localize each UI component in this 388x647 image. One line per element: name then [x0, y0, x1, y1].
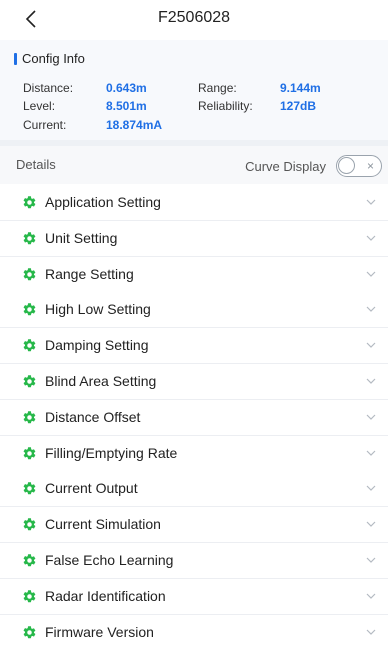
setting-row[interactable]: False Echo Learning	[0, 543, 388, 579]
chevron-down-icon	[366, 629, 376, 635]
chevron-down-icon	[366, 271, 376, 277]
setting-row[interactable]: Range Setting	[0, 256, 388, 293]
close-icon: ×	[366, 159, 374, 173]
chevron-down-icon	[366, 199, 376, 205]
setting-label: Blind Area Setting	[45, 373, 157, 389]
gear-icon	[23, 590, 36, 603]
setting-row[interactable]: Filling/Emptying Rate	[0, 435, 388, 472]
chevron-down-icon	[366, 378, 376, 384]
details-header: Details Curve Display ×	[0, 146, 388, 184]
gear-icon	[23, 196, 36, 209]
config-info-header: Config Info	[14, 51, 85, 66]
section-marker	[14, 52, 17, 65]
chevron-down-icon	[366, 593, 376, 599]
gear-icon	[23, 339, 36, 352]
chevron-down-icon	[366, 306, 376, 313]
gear-icon	[23, 554, 36, 567]
gear-icon	[23, 518, 36, 531]
setting-label: Firmware Version	[45, 623, 154, 640]
gear-icon	[23, 232, 36, 245]
config-info-panel: Config Info Distance: 0.643m Range: 9.14…	[0, 40, 388, 140]
setting-row[interactable]: Current Simulation	[0, 507, 388, 544]
gear-icon	[23, 446, 36, 459]
setting-row[interactable]: Blind Area Setting	[0, 364, 388, 400]
setting-label: False Echo Learning	[45, 552, 174, 568]
gear-icon	[23, 482, 36, 495]
distance-value: 0.643m	[106, 81, 147, 95]
chevron-down-icon	[366, 414, 376, 420]
chevron-down-icon	[366, 485, 376, 492]
level-label: Level:	[23, 99, 56, 113]
range-label: Range:	[198, 81, 237, 95]
curve-display-toggle[interactable]: ×	[336, 155, 382, 177]
details-label: Details	[16, 157, 56, 172]
setting-label: Application Setting	[45, 194, 161, 210]
chevron-down-icon	[366, 521, 376, 528]
reliability-label: Reliability:	[198, 99, 253, 113]
config-info-title: Config Info	[22, 51, 85, 66]
reliability-value: 127dB	[280, 99, 317, 113]
setting-label: Damping Setting	[45, 337, 149, 354]
gear-icon	[23, 625, 36, 638]
current-label: Current:	[23, 118, 67, 132]
setting-row[interactable]: Radar Identification	[0, 578, 388, 615]
setting-label: Unit Setting	[45, 229, 118, 246]
setting-row[interactable]: Current Output	[0, 471, 388, 508]
curve-display-label: Curve Display	[245, 159, 326, 174]
level-value: 8.501m	[106, 99, 147, 113]
gear-icon	[23, 303, 36, 316]
gear-icon	[23, 375, 36, 388]
setting-label: Current Simulation	[45, 516, 161, 533]
gear-icon	[23, 411, 36, 424]
chevron-down-icon	[366, 342, 376, 349]
setting-label: High Low Setting	[45, 301, 151, 318]
setting-row[interactable]: Unit Setting	[0, 220, 388, 257]
chevron-down-icon	[366, 450, 376, 456]
setting-label: Filling/Emptying Rate	[45, 444, 178, 461]
toggle-knob	[338, 157, 355, 174]
gear-icon	[23, 267, 36, 280]
distance-label: Distance:	[23, 81, 74, 95]
setting-row[interactable]: Damping Setting	[0, 328, 388, 365]
current-value: 18.874mA	[106, 118, 163, 132]
setting-label: Range Setting	[45, 265, 134, 282]
setting-row[interactable]: High Low Setting	[0, 292, 388, 329]
setting-row[interactable]: Application Setting	[0, 185, 388, 221]
chevron-down-icon	[366, 235, 376, 241]
setting-label: Current Output	[45, 480, 138, 497]
page-title: F2506028	[157, 9, 231, 26]
chevron-down-icon	[366, 557, 376, 563]
header-bar: F2506028	[0, 0, 388, 40]
range-value: 9.144m	[280, 81, 321, 95]
setting-row[interactable]: Firmware Version	[0, 614, 388, 647]
setting-label: Radar Identification	[45, 587, 166, 604]
setting-label: Distance Offset	[45, 408, 141, 425]
setting-row[interactable]: Distance Offset	[0, 399, 388, 436]
